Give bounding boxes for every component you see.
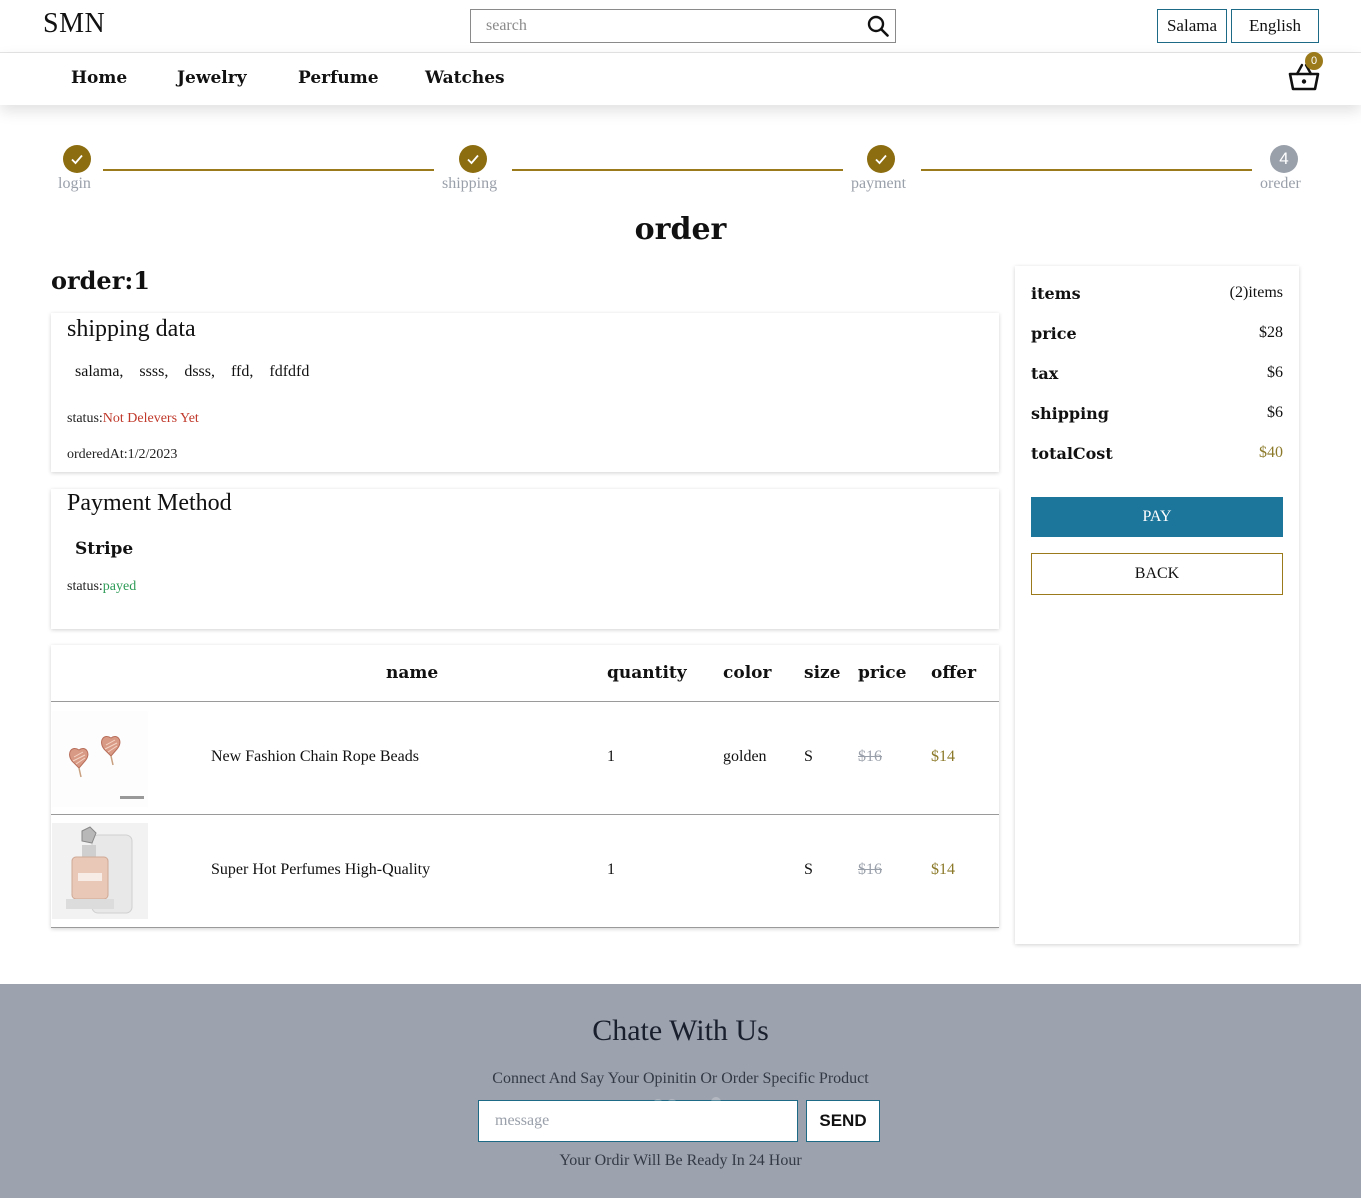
user-name-button[interactable]: Salama [1157,9,1227,43]
status-label: status: [67,579,103,594]
item-size: S [804,861,813,878]
step-order-number: 4 [1270,145,1298,173]
summary-key: totalCost [1031,444,1113,463]
search-icon[interactable] [861,10,895,42]
item-price: $16 [858,861,882,878]
step-label-payment: payment [851,175,907,192]
payment-card: Payment Method Stripe status:payed [51,489,999,629]
summary-key: tax [1031,364,1059,383]
status-badge: payed [102,579,137,594]
summary-value: $6 [1267,404,1283,421]
shipping-address: salama, ssss, dsss, ffd, fdfdfd [75,363,309,381]
summary-key: shipping [1031,404,1109,423]
nav-link-jewelry[interactable]: Jewelry [177,68,247,88]
check-icon [71,154,83,165]
address-part: fdfdfd [269,363,310,380]
divider [51,814,999,815]
address-part: dsss, [184,363,216,380]
divider [51,701,999,702]
summary-row-tax: tax $6 [1031,364,1283,383]
send-button[interactable]: SEND [806,1100,880,1142]
column-header-name: name [386,663,439,683]
step-label-order: oreder [1260,175,1301,192]
ordered-at: orderedAt:1/2/2023 [67,447,178,462]
product-image-perfume[interactable] [52,823,148,919]
status-label: status: [67,411,103,426]
step-connector [512,169,843,171]
summary-value: (2)items [1229,284,1283,301]
page-title: order [634,212,727,247]
language-button[interactable]: English [1231,9,1319,43]
step-shipping-check [459,145,487,173]
payment-status: status:payed [67,579,136,595]
column-header-color: color [723,663,772,683]
shipping-status: status:Not Delevers Yet [67,411,199,427]
summary-row-shipping: shipping $6 [1031,404,1283,423]
divider [51,927,999,928]
summary-value: $28 [1259,324,1283,341]
summary-key: price [1031,324,1077,343]
chat-note: Your Ordir Will Be Ready In 24 Hour [559,1152,802,1169]
summary-value: $6 [1267,364,1283,381]
item-size: S [804,748,813,765]
check-icon [467,154,479,165]
column-header-quantity: quantity [607,663,687,683]
column-header-size: size [804,663,841,683]
address-part: ffd, [231,363,254,380]
chat-subtitle: Connect And Say Your Opinitin Or Order S… [492,1070,869,1087]
step-label-login: login [58,175,91,192]
top-bar: SMN Salama English [0,0,1361,53]
order-items-table: name quantity color size price offer New… [51,645,999,928]
product-image-earrings[interactable] [52,711,148,807]
nav-link-home[interactable]: Home [71,68,127,88]
step-login-check [63,145,91,173]
step-label-shipping: shipping [442,175,498,192]
item-name[interactable]: Super Hot Perfumes High-Quality [211,861,430,879]
payment-method: Stripe [75,539,134,559]
chat-title: Chate With Us [592,1014,769,1047]
step-payment-check [867,145,895,173]
pay-button[interactable]: PAY [1031,497,1283,537]
step-connector [921,169,1252,171]
search-bar [470,9,896,43]
nav-link-perfume[interactable]: Perfume [298,68,379,88]
status-badge: Not Delevers Yet [102,411,199,426]
summary-row-items: items (2)items [1031,284,1283,303]
check-icon [875,154,887,165]
watermark-logo [603,1097,763,1137]
nav-link-watches[interactable]: Watches [425,68,505,88]
nav-bar: Home Jewelry Perfume Watches [0,53,1361,105]
item-color: golden [723,748,767,765]
column-header-offer: offer [931,663,977,683]
site-logo[interactable]: SMN [43,8,105,40]
order-number: order:1 [51,266,150,295]
shipping-card: shipping data salama, ssss, dsss, ffd, f… [51,313,999,472]
address-part: salama, [75,363,124,380]
item-price: $16 [858,748,882,765]
step-connector [103,169,434,171]
order-summary: items (2)items price $28 tax $6 shipping… [1015,266,1299,944]
back-button[interactable]: BACK [1031,553,1283,595]
shipping-title: shipping data [67,316,196,342]
item-quantity: 1 [607,861,615,878]
cart-count-badge: 0 [1305,52,1323,70]
summary-key: items [1031,284,1081,303]
summary-row-total: totalCost $40 [1031,444,1283,463]
payment-title: Payment Method [67,490,232,516]
item-offer: $14 [931,861,955,878]
item-offer: $14 [931,748,955,765]
footer-chat: Chate With Us Connect And Say Your Opini… [0,984,1361,1198]
address-part: ssss, [139,363,169,380]
column-header-price: price [858,663,907,683]
search-input[interactable] [471,10,861,42]
item-quantity: 1 [607,748,615,765]
summary-value: $40 [1259,444,1283,461]
summary-row-price: price $28 [1031,324,1283,343]
item-name[interactable]: New Fashion Chain Rope Beads [211,748,419,766]
